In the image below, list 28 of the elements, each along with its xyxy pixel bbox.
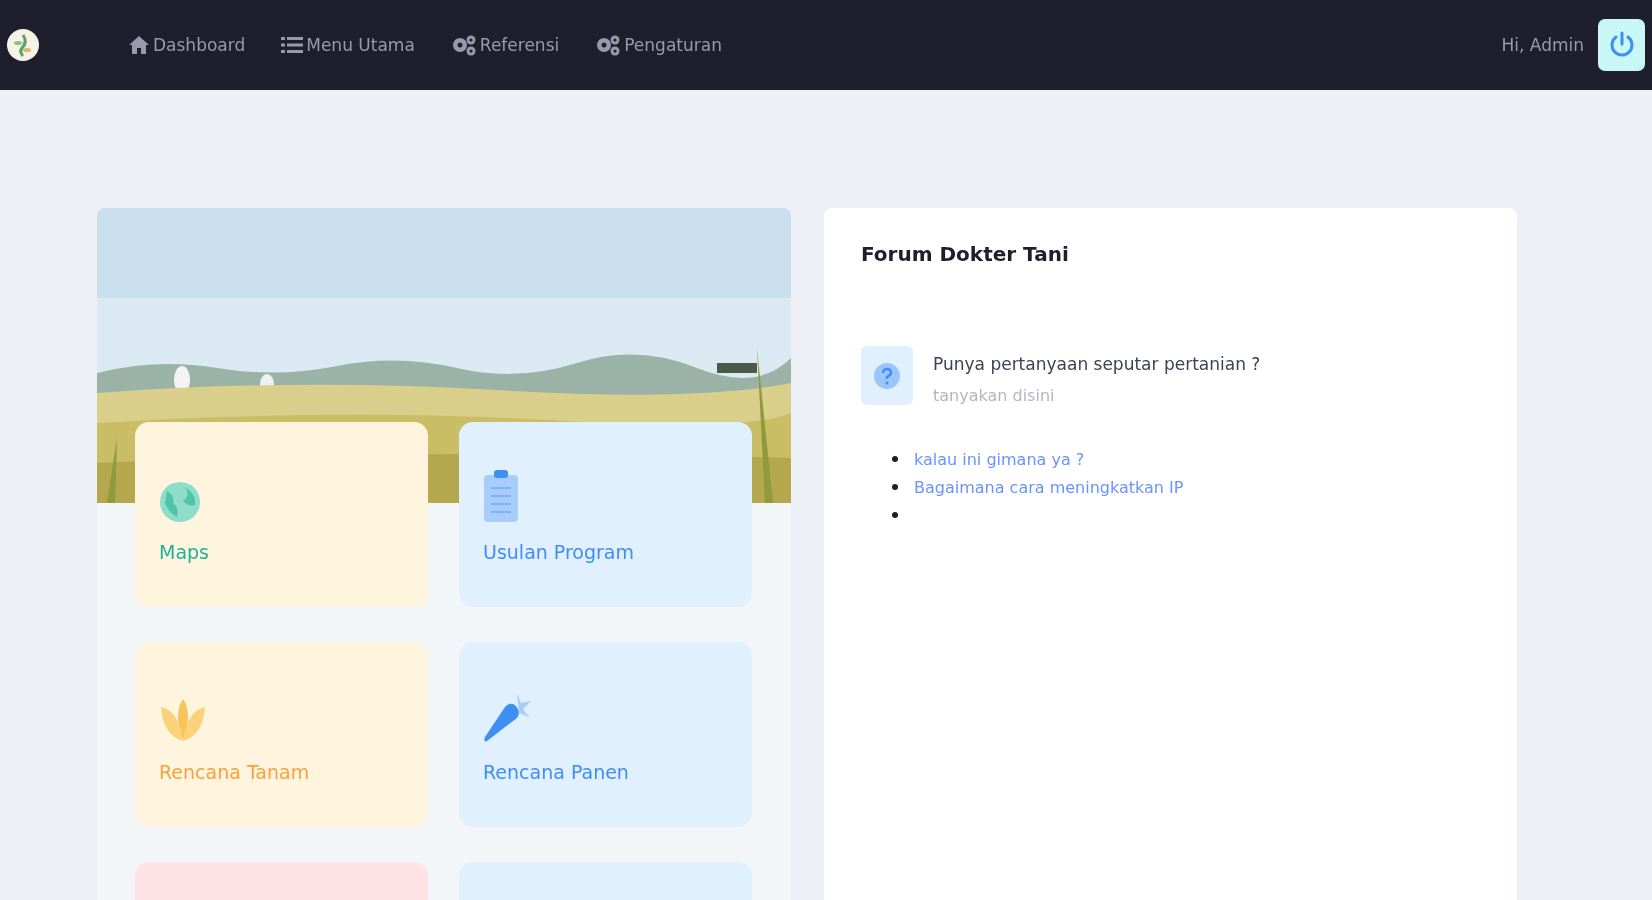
menu-tile[interactable]: Usulan Program [459, 422, 752, 607]
nav-link[interactable]: Pengaturan [595, 34, 722, 56]
bullet-icon [892, 512, 898, 518]
clipboard-icon [483, 469, 519, 523]
logout-button[interactable] [1598, 19, 1645, 71]
menu-tile[interactable]: Rencana Panen [459, 642, 752, 827]
question-prompt: Punya pertanyaan seputar pertanian ? [933, 354, 1261, 374]
list-icon [281, 35, 304, 55]
question-link[interactable]: Bagaimana cara meningkatkan IP [914, 477, 1184, 497]
gears-icon [450, 34, 477, 56]
globe-icon [159, 481, 201, 523]
bullet-icon [892, 456, 898, 462]
home-icon [128, 35, 150, 55]
gears-icon [595, 34, 622, 56]
question-icon [873, 361, 901, 390]
nav-link[interactable]: Dashboard [128, 35, 246, 55]
power-icon [1608, 31, 1635, 59]
menu-tile[interactable]: Maps [135, 422, 428, 607]
logo[interactable] [6, 28, 40, 62]
greeting: Hi, Admin [1501, 35, 1584, 55]
question-hint[interactable]: tanyakan disini [933, 386, 1261, 405]
card-title: Forum Dokter Tani [861, 242, 1070, 266]
bullet-icon [892, 484, 898, 490]
question-link[interactable]: kalau ini gimana ya ? [914, 449, 1085, 469]
carrot-icon [483, 691, 533, 743]
nav-link[interactable]: Referensi [450, 34, 560, 56]
menu-tile[interactable]: Rencana Tanam [135, 642, 428, 827]
nav-link[interactable]: Menu Utama [281, 35, 415, 55]
